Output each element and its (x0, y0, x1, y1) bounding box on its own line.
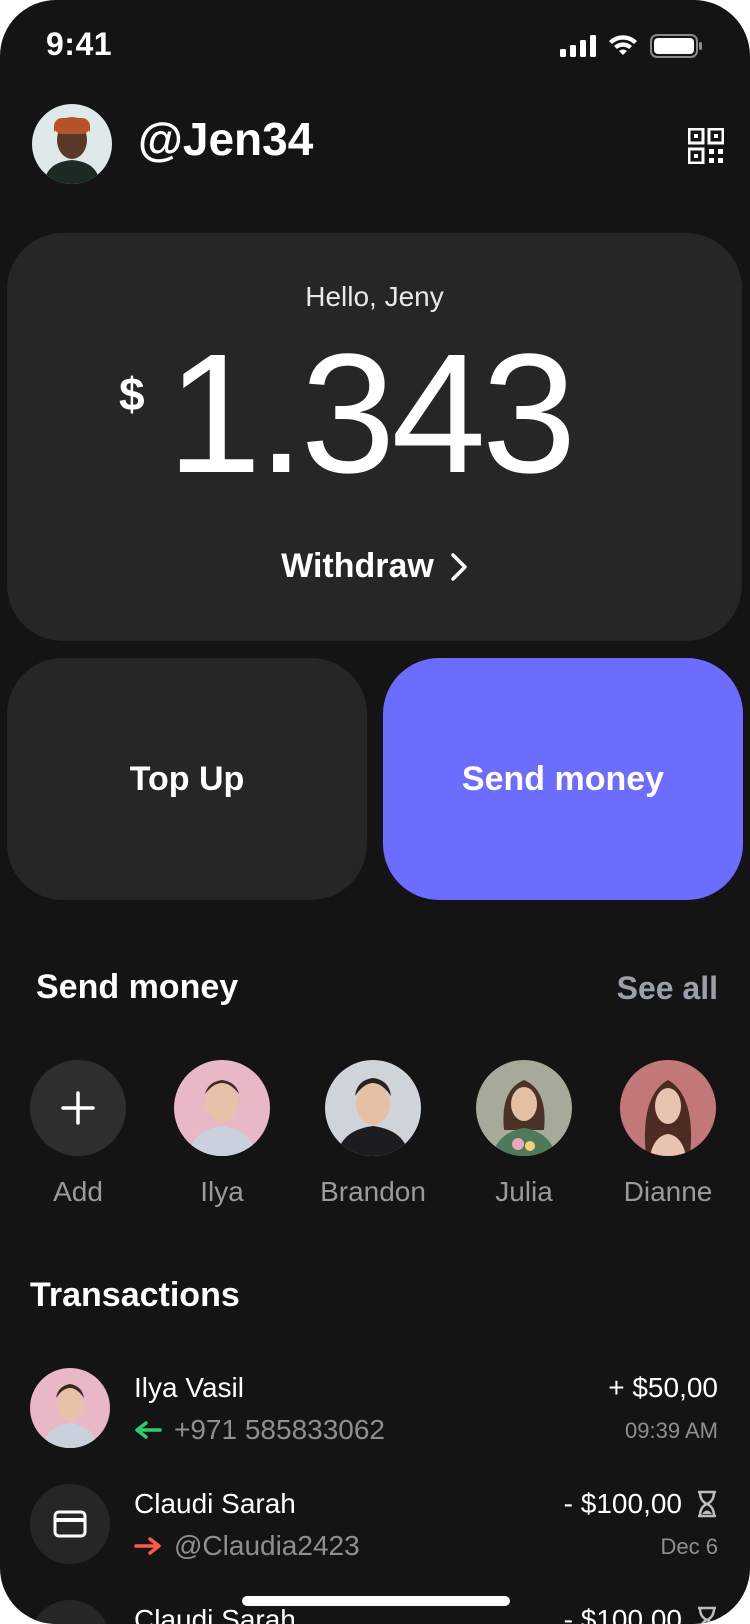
withdraw-button[interactable]: Withdraw (7, 547, 742, 586)
contact-name: Julia (495, 1176, 553, 1207)
send-money-button[interactable]: Send money (383, 658, 743, 900)
transaction-amount: - $100,00 (564, 1488, 718, 1520)
transaction-avatar (30, 1368, 110, 1448)
status-time: 9:41 (46, 26, 113, 62)
see-all-link[interactable]: See all (617, 970, 718, 1007)
contact-item[interactable]: Julia (454, 1060, 594, 1208)
contact-name: Ilya (200, 1176, 244, 1207)
contact-name: Add (53, 1176, 103, 1207)
hourglass-icon (698, 1490, 716, 1518)
transaction-detail: @Claudia2423 (134, 1530, 360, 1562)
battery-icon (650, 34, 702, 58)
currency-symbol: $ (119, 368, 145, 420)
contact-avatar (174, 1060, 270, 1156)
transaction-amount-value: - $100,00 (563, 1488, 682, 1519)
transaction-avatar (30, 1484, 110, 1564)
transaction-phone: +971 585833062 (174, 1414, 385, 1445)
contact-avatar (325, 1060, 421, 1156)
transaction-name: Claudi Sarah (134, 1488, 296, 1519)
phone-screen: 9:41 @Jen34 Hello, Jeny $ 1.343 Withdraw… (0, 0, 750, 1624)
home-indicator[interactable] (242, 1596, 510, 1606)
withdraw-label: Withdraw (281, 547, 434, 585)
greeting: Hello, Jeny (305, 281, 444, 312)
transaction-detail: +971 585833062 (134, 1414, 385, 1446)
wifi-icon (609, 35, 637, 55)
transaction-amount: + $50,00 (608, 1372, 718, 1404)
transaction-handle: @Claudia2423 (174, 1530, 360, 1561)
profile-avatar[interactable] (32, 104, 112, 184)
top-up-label: Top Up (129, 759, 245, 798)
balance-card: Hello, Jeny $ 1.343 Withdraw (7, 233, 742, 641)
chevron-right-icon (451, 552, 467, 581)
contact-avatar (620, 1060, 716, 1156)
send-money-section-title: Send money (36, 968, 239, 1006)
status-icons (560, 34, 704, 58)
transaction-row[interactable]: Ilya Vasil +971 585833062 + $50,00 09:39… (0, 1368, 750, 1468)
transaction-avatar (30, 1600, 110, 1624)
balance-amount: 1.343 (167, 319, 576, 509)
transaction-amount-value: - $100,00 (563, 1604, 682, 1624)
send-money-label: Send money (461, 759, 665, 798)
contacts-row: Add Ilya Brandon Julia Dianne (0, 1060, 750, 1220)
top-up-button[interactable]: Top Up (7, 658, 367, 900)
qr-code-icon[interactable] (688, 128, 724, 164)
contact-avatar (476, 1060, 572, 1156)
transaction-amount: - $100,00 (564, 1604, 718, 1624)
contact-name: Brandon (320, 1176, 426, 1207)
arrow-right-icon (134, 1537, 161, 1555)
contact-name: Dianne (623, 1176, 713, 1207)
transactions-section-title: Transactions (30, 1276, 240, 1314)
arrow-left-icon (135, 1421, 162, 1439)
card-icon (53, 1510, 87, 1538)
transaction-name: Ilya Vasil (134, 1372, 244, 1403)
username: @Jen34 (138, 113, 314, 165)
transaction-amount-value: + $50,00 (608, 1372, 718, 1403)
contact-item[interactable]: Ilya (152, 1060, 292, 1208)
add-contact-button[interactable] (30, 1060, 126, 1156)
transaction-date: Dec 6 (660, 1534, 718, 1559)
transaction-time: 09:39 AM (625, 1418, 718, 1443)
contact-add[interactable]: Add (8, 1060, 148, 1208)
transaction-name: Claudi Sarah (134, 1604, 296, 1624)
transaction-row[interactable]: Claudi Sarah @Claudia2423 - $100,00 Dec … (0, 1484, 750, 1584)
contact-item[interactable]: Brandon (303, 1060, 443, 1208)
signal-icon (560, 35, 596, 57)
plus-icon (61, 1091, 95, 1125)
hourglass-icon (698, 1606, 716, 1624)
contact-item[interactable]: Dianne (598, 1060, 738, 1208)
